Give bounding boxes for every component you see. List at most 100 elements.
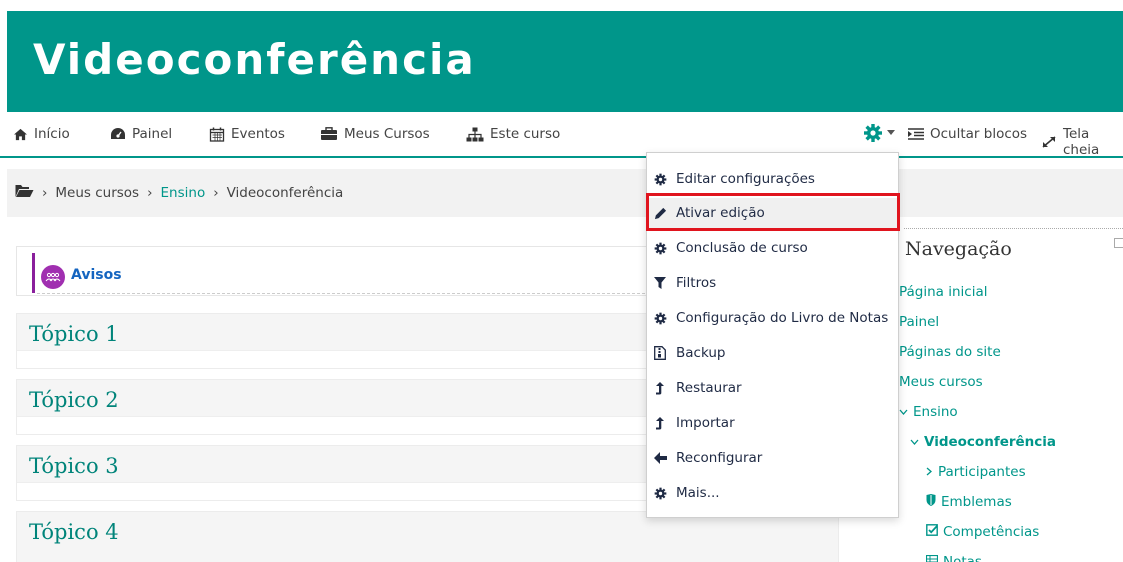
menu-item-label: Importar — [676, 415, 735, 431]
course-settings-menu-toggle[interactable] — [863, 123, 895, 143]
menu-item-mais[interactable]: Mais... — [647, 478, 898, 508]
nav-link-label: Ensino — [913, 404, 958, 420]
menu-item-label: Ativar edição — [676, 205, 765, 221]
nav-link-label: Páginas do site — [899, 344, 1001, 360]
topic-section-4: Tópico 4 — [16, 511, 839, 562]
menu-item-ativar-edicao[interactable]: Ativar edição — [647, 198, 898, 228]
hide-blocks-button[interactable]: Ocultar blocos — [908, 126, 1027, 142]
fullscreen-label: Tela cheia — [1063, 126, 1100, 158]
nav-link-label: Participantes — [938, 464, 1026, 480]
menu-item-label: Configuração do Livro de Notas — [676, 310, 889, 326]
arrow-left-icon — [653, 452, 667, 464]
expand-icon — [1041, 135, 1057, 149]
upload-arrow-icon — [653, 416, 667, 430]
course-settings-dropdown: Editar configurações Ativar edição Concl… — [646, 152, 899, 518]
activity-accent-bar — [32, 253, 35, 293]
menu-item-label: Editar configurações — [676, 171, 815, 187]
gear-icon — [653, 312, 667, 325]
nav-link-label: Competências — [943, 524, 1040, 540]
nav-link-competencias[interactable]: Competências — [926, 524, 1039, 540]
topic-title: Tópico 3 — [29, 454, 119, 478]
nav-link-label: Emblemas — [941, 494, 1012, 510]
nav-item-label: Painel — [132, 126, 173, 142]
nav-item-eventos[interactable]: Eventos — [209, 126, 285, 142]
gear-icon — [653, 173, 667, 186]
collapse-block-icon[interactable] — [1114, 238, 1123, 248]
chevron-right-icon — [926, 464, 933, 480]
menu-item-backup[interactable]: Backup — [647, 338, 898, 368]
nav-link-meus-cursos[interactable]: Meus cursos — [899, 374, 983, 390]
chevron-down-icon — [910, 434, 919, 450]
menu-item-importar[interactable]: Importar — [647, 408, 898, 438]
nav-link-label: Página inicial — [899, 284, 988, 300]
topic-title: Tópico 1 — [29, 322, 119, 346]
upload-arrow-icon — [653, 381, 667, 395]
menu-item-label: Reconfigurar — [676, 450, 763, 466]
nav-link-participantes[interactable]: Participantes — [926, 464, 1026, 480]
nav-link-label: Videoconferência — [924, 434, 1057, 450]
shield-icon — [926, 494, 936, 510]
caret-down-icon — [887, 130, 895, 136]
menu-item-reconfigurar[interactable]: Reconfigurar — [647, 443, 898, 473]
menu-item-label: Mais... — [676, 485, 720, 501]
nav-link-label: Notas — [943, 554, 982, 562]
table-icon — [925, 554, 939, 562]
nav-link-emblemas[interactable]: Emblemas — [926, 494, 1012, 510]
announcements-link[interactable]: Avisos — [71, 267, 122, 283]
divider — [904, 228, 1123, 229]
nav-item-label: Eventos — [231, 126, 285, 142]
nav-link-label: Meus cursos — [899, 374, 983, 390]
breadcrumb-bar: › Meus cursos › Ensino › Videoconferênci… — [7, 169, 1123, 217]
nav-link-pagina-inicial[interactable]: Página inicial — [899, 284, 988, 300]
dashboard-icon — [110, 127, 126, 141]
nav-link-notas[interactable]: Notas — [925, 554, 982, 562]
gear-icon — [653, 242, 667, 255]
sitemap-icon — [466, 127, 484, 142]
nav-link-painel[interactable]: Painel — [899, 314, 939, 330]
menu-item-filtros[interactable]: Filtros — [647, 268, 898, 298]
navigation-block-title: Navegação — [905, 238, 1012, 260]
nav-item-inicio[interactable]: Início — [13, 126, 70, 142]
breadcrumb-separator: › — [42, 185, 48, 201]
gear-icon — [653, 487, 667, 500]
chevron-down-icon — [899, 404, 908, 420]
nav-item-label: Meus Cursos — [344, 126, 430, 142]
top-navbar: Início Painel Eventos Meus Cursos Este c… — [0, 112, 1123, 158]
nav-link-label: Painel — [899, 314, 940, 330]
filter-icon — [653, 276, 667, 290]
checkbox-icon — [926, 524, 938, 540]
briefcase-icon — [320, 127, 338, 141]
breadcrumb-separator: › — [147, 185, 153, 201]
course-title: Videoconferência — [33, 35, 476, 84]
breadcrumb-item-ensino[interactable]: Ensino — [161, 185, 206, 201]
nav-link-ensino[interactable]: Ensino — [899, 404, 958, 420]
fullscreen-button[interactable]: Tela cheia — [1041, 126, 1123, 158]
nav-item-painel[interactable]: Painel — [110, 126, 172, 142]
gear-icon — [863, 123, 883, 143]
breadcrumb-separator: › — [213, 185, 219, 201]
pencil-icon — [653, 207, 667, 220]
hide-blocks-label: Ocultar blocos — [930, 126, 1028, 142]
file-archive-icon — [653, 346, 667, 360]
nav-item-este-curso[interactable]: Este curso — [466, 126, 560, 142]
menu-item-label: Restaurar — [676, 380, 742, 396]
menu-item-label: Filtros — [676, 275, 717, 291]
page-header-banner: Videoconferência — [7, 11, 1123, 112]
breadcrumb-item-current: Videoconferência — [226, 185, 344, 201]
navigation-block: Navegação Página inicial Painel Páginas … — [896, 226, 1123, 562]
folder-open-icon — [15, 184, 34, 202]
menu-item-label: Conclusão de curso — [676, 240, 808, 256]
breadcrumb: › Meus cursos › Ensino › Videoconferênci… — [15, 184, 343, 202]
breadcrumb-item-meus-cursos[interactable]: Meus cursos — [55, 185, 139, 201]
menu-item-editar-configuracoes[interactable]: Editar configurações — [647, 164, 898, 194]
menu-item-restaurar[interactable]: Restaurar — [647, 373, 898, 403]
calendar-icon — [209, 127, 225, 142]
menu-item-conclusao-de-curso[interactable]: Conclusão de curso — [647, 233, 898, 263]
indent-icon — [908, 128, 924, 140]
home-icon — [13, 128, 28, 141]
nav-item-meus-cursos[interactable]: Meus Cursos — [320, 126, 430, 142]
menu-item-label: Backup — [676, 345, 726, 361]
nav-link-paginas-do-site[interactable]: Páginas do site — [899, 344, 1001, 360]
menu-item-config-livro-de-notas[interactable]: Configuração do Livro de Notas — [647, 303, 898, 333]
nav-link-videoconferencia[interactable]: Videoconferência — [910, 434, 1056, 450]
